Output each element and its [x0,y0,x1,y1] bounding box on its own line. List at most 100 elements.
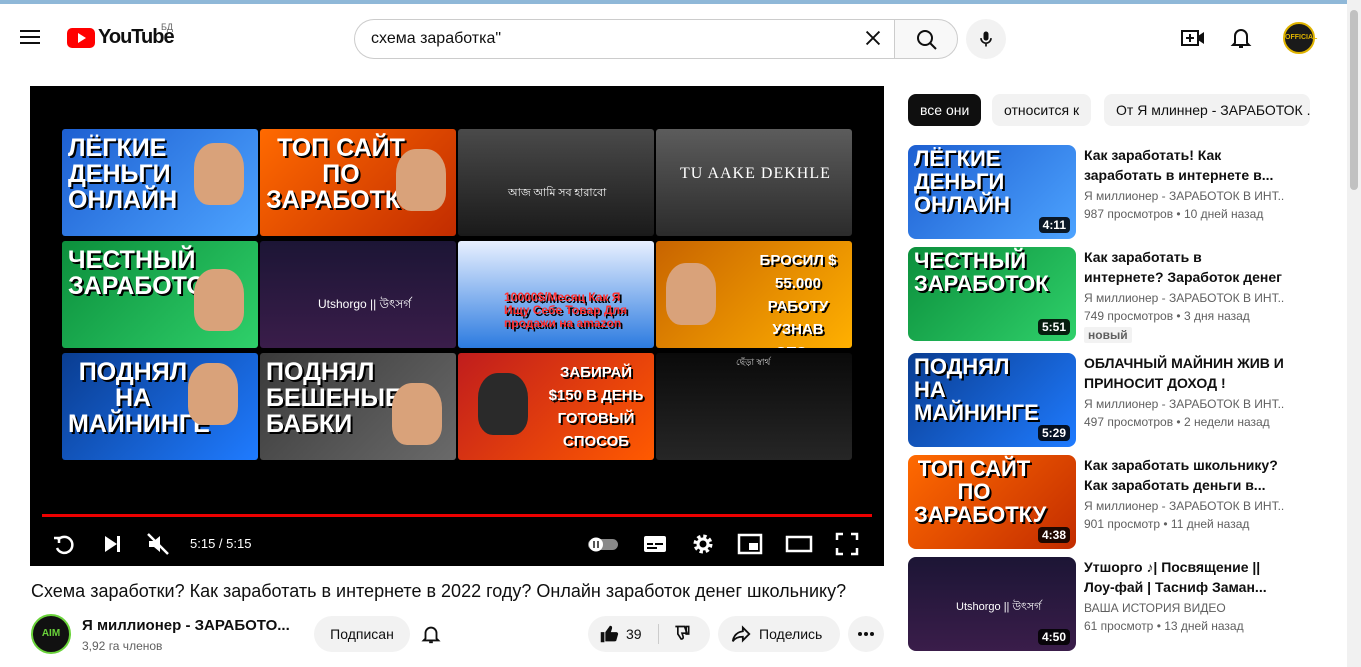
presenter-face [396,149,446,211]
like-divider [658,624,659,644]
menu-icon[interactable] [20,30,40,44]
recommended-meta: 987 просмотров • 10 дней назад [1084,207,1264,221]
recommended-title[interactable]: Как заработать школьнику? Как заработать… [1084,455,1284,495]
view-count: 987 просмотров [1084,207,1174,221]
duration-badge: 4:11 [1038,217,1070,233]
more-actions-button[interactable] [848,616,884,652]
recommended-title[interactable]: ОБЛАЧНЫЙ МАЙНИН ЖИВ И ПРИНОСИТ ДОХОД ! [1084,353,1284,393]
share-icon [731,625,751,643]
notifications-bell-icon[interactable] [1227,24,1255,52]
recommended-video-thumbnail[interactable]: ЧЕСТНЫЙ ЗАРАБОТОК 5:51 [908,247,1076,341]
chip-all[interactable]: все они [908,94,982,126]
end-screen-video[interactable]: БРОСИЛ $ 55.000 РАБОТУ УЗНАВ ЭТО... [656,241,852,348]
duration-badge: 4:38 [1037,527,1070,543]
region-code: БД [161,22,174,32]
like-count: 39 [626,626,642,642]
recommended-video-info[interactable]: ОБЛАЧНЫЙ МАЙНИН ЖИВ И ПРИНОСИТ ДОХОД ! Я… [1084,353,1284,429]
like-icon[interactable] [598,623,620,645]
fullscreen-icon[interactable] [833,530,861,558]
settings-gear-icon[interactable] [689,530,717,558]
thumbnail-text: ЧЕСТНЫЙ ЗАРАБОТОК [914,248,1049,296]
recommended-video-info[interactable]: Как заработать! Как заработать в интерне… [1084,145,1284,221]
thumbnail-text: Utshorgo || উৎসর্গ [956,601,1042,613]
end-screen-video[interactable]: Utshorgo || উৎসর্গ [260,241,456,348]
scrollbar-thumb[interactable] [1350,10,1358,190]
recommended-channel[interactable]: Я миллионер - ЗАРАБОТОК В ИНТ... [1084,291,1284,305]
search-bar: схема заработка" [354,19,958,59]
time-display: 5:15 / 5:15 [190,536,252,551]
end-screen-video[interactable]: ЛЁГКИЕ ДЕНЬГИ ОНЛАЙН [62,129,258,236]
recommended-channel[interactable]: Я миллионер - ЗАРАБОТОК В ИНТ... [1084,189,1284,203]
chip-related[interactable]: относится к [992,94,1092,126]
autoplay-toggle[interactable] [586,530,620,558]
account-avatar[interactable]: OFFICIAL [1283,22,1317,54]
top-bar: YouTube БД схема заработка" OFFICIAL [0,0,1361,68]
mute-icon[interactable] [144,530,172,558]
recommended-title[interactable]: Как заработать! Как заработать в интерне… [1084,145,1284,185]
recommended-channel[interactable]: Я миллионер - ЗАРАБОТОК В ИНТ... [1084,499,1284,513]
channel-name[interactable]: Я миллионер - ЗАРАБОТО... [82,617,290,634]
recommended-video-thumbnail[interactable]: ПОДНЯЛ НА МАЙНИНГЕ 5:29 [908,353,1076,447]
video-player[interactable]: ЛЁГКИЕ ДЕНЬГИ ОНЛАЙН ТОП САЙТ ПО ЗАРАБОТ… [30,86,884,566]
recommended-video-thumbnail[interactable]: ЛЁГКИЕ ДЕНЬГИ ОНЛАЙН 4:11 [908,145,1076,239]
share-button[interactable]: Поделись [718,616,840,652]
tile-text: 10000$/Месяц Как Я Ищу Себе Товар Для пр… [504,290,627,330]
recommended-channel[interactable]: ВАША ИСТОРИЯ ВИДЕО [1084,601,1284,615]
voice-search-button[interactable] [966,19,1006,59]
player-controls: 5:15 / 5:15 [30,526,884,566]
recommended-video-info[interactable]: Как заработать школьнику? Как заработать… [1084,455,1284,531]
view-count: 497 просмотров [1084,415,1174,429]
view-count: 749 просмотров [1084,309,1174,323]
youtube-logo[interactable]: YouTube БД [67,22,175,49]
recommended-title[interactable]: Утшорго ♪| Посвящение || Лоу-фай | Тасни… [1084,557,1284,597]
replay-icon[interactable] [50,530,78,558]
dislike-icon[interactable] [672,624,692,644]
recommended-video-info[interactable]: Как заработать в интернете? Заработок де… [1084,247,1284,344]
duration-badge: 4:50 [1037,629,1070,645]
new-badge: новый [1084,327,1132,343]
subscribe-button[interactable]: Подписан [314,616,410,652]
end-screen-video[interactable]: আজ আমি সব হারাবো [458,129,654,236]
end-screen-video[interactable]: ПОДНЯЛ НА МАЙНИНГЕ [62,353,258,460]
thumbnail-text: ЛЁГКИЕ ДЕНЬГИ ОНЛАЙН [914,146,1011,217]
channel-avatar[interactable]: AIM [31,614,71,654]
end-screen-video[interactable]: ছেঁড়া স্বার্থ [656,353,852,460]
recommended-video-thumbnail[interactable]: Utshorgo || উৎসর্গ 4:50 [908,557,1076,651]
presenter-face [478,373,528,435]
duration-badge: 5:51 [1037,319,1070,335]
video-title: Схема заработки? Как заработать в интерн… [31,581,847,601]
channel-notifications-icon[interactable] [420,623,442,645]
tile-text: ছেঁড়া স্বার্থ [736,357,771,367]
view-count: 61 просмотр [1084,619,1154,633]
presenter-face [666,263,716,325]
end-screen-video[interactable]: 10000$/Месяц Как Я Ищу Себе Товар Для пр… [458,241,654,348]
recommended-meta: 497 просмотров • 2 недели назад [1084,415,1270,429]
subscriber-count: 3,92 га членов [82,639,163,653]
tile-text: Utshorgo || উৎসর্গ [318,297,412,311]
theater-mode-icon[interactable] [785,530,813,558]
upload-age: 2 недели назад [1183,415,1270,429]
tile-text: БРОСИЛ $ 55.000 РАБОТУ УЗНАВ ЭТО... [759,252,837,348]
chip-from-channel[interactable]: От Я млиннер - ЗАРАБОТОК ... [1104,94,1310,126]
recommended-title[interactable]: Как заработать в интернете? Заработок де… [1084,247,1284,287]
end-screen-grid: ЛЁГКИЕ ДЕНЬГИ ОНЛАЙН ТОП САЙТ ПО ЗАРАБОТ… [62,129,852,462]
more-icon [858,632,874,636]
recommended-video-info[interactable]: Утшорго ♪| Посвящение || Лоу-фай | Тасни… [1084,557,1284,633]
search-button[interactable] [894,19,958,59]
next-icon[interactable] [98,530,126,558]
recommended-channel[interactable]: Я миллионер - ЗАРАБОТОК В ИНТ... [1084,397,1284,411]
end-screen-video[interactable]: ЧЕСТНЫЙ ЗАРАБОТОК [62,241,258,348]
progress-bar[interactable] [42,514,872,517]
end-screen-video[interactable]: TU AAKE DEKHLE [656,129,852,236]
search-input[interactable]: схема заработка" [354,19,895,59]
end-screen-video[interactable]: ПОДНЯЛ БЕШЕНЫЕ БАБКИ [260,353,456,460]
end-screen-video[interactable]: ТОП САЙТ ПО ЗАРАБОТКУ [260,129,456,236]
page-scrollbar[interactable] [1347,0,1361,667]
clear-search-icon[interactable] [862,27,884,49]
upload-age: 13 дней назад [1164,619,1244,633]
recommended-video-thumbnail[interactable]: ТОП САЙТ ПО ЗАРАБОТКУ 4:38 [908,455,1076,549]
miniplayer-icon[interactable] [736,530,764,558]
create-video-icon[interactable] [1179,24,1207,52]
end-screen-video[interactable]: ЗАБИРАЙ $150 В ДЕНЬ ГОТОВЫЙ СПОСОБ [458,353,654,460]
subtitles-icon[interactable] [641,530,669,558]
